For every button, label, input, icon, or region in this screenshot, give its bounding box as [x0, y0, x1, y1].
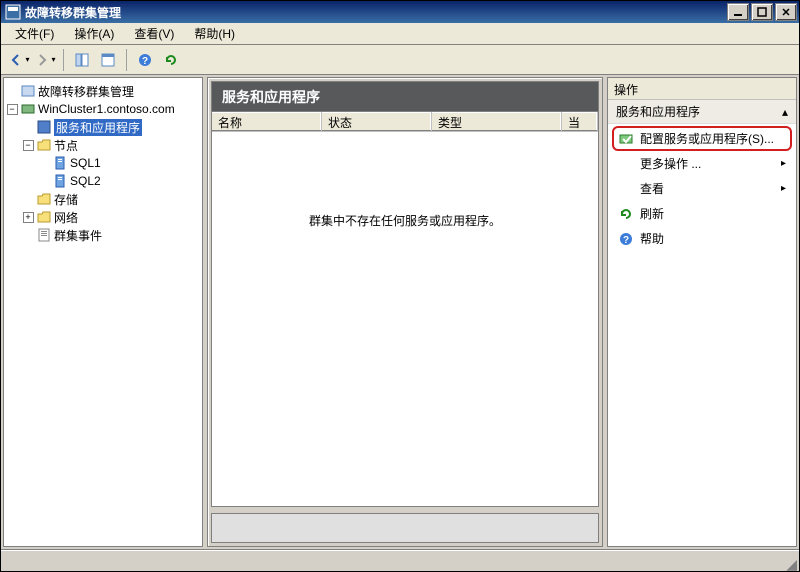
action-label: 配置服务或应用程序(S)... — [640, 130, 774, 147]
body-area: 故障转移群集管理 − WinCluster1.contoso.com 服务和应用… — [1, 75, 799, 549]
help-icon: ? — [618, 231, 634, 247]
toolbar-separator — [63, 49, 64, 71]
cluster-mgmt-icon — [20, 83, 36, 99]
server-icon — [52, 155, 68, 171]
svg-text:?: ? — [623, 235, 629, 246]
collapse-icon[interactable]: − — [23, 140, 34, 151]
server-icon — [52, 173, 68, 189]
collapse-icon[interactable]: − — [7, 104, 18, 115]
toolbar-separator-2 — [126, 49, 127, 71]
blank-icon — [618, 156, 634, 172]
titlebar: 故障转移群集管理 — [1, 1, 799, 23]
center-panel: 服务和应用程序 名称 状态 类型 当 群集中不存在任何服务或应用程序。 — [207, 77, 603, 547]
toolbar: ▾ ▾ ? — [1, 45, 799, 75]
tree-node-sql2[interactable]: SQL2 — [4, 172, 202, 190]
list-body[interactable]: 群集中不存在任何服务或应用程序。 — [212, 132, 598, 506]
tree-root[interactable]: 故障转移群集管理 — [4, 82, 202, 100]
center-heading: 服务和应用程序 — [211, 81, 599, 111]
show-tree-button[interactable] — [70, 48, 94, 72]
action-label: 刷新 — [640, 205, 664, 222]
menu-file[interactable]: 文件(F) — [5, 23, 64, 44]
chevron-right-icon: ▸ — [781, 183, 786, 194]
tree-events[interactable]: 群集事件 — [4, 226, 202, 244]
menu-view[interactable]: 查看(V) — [124, 23, 184, 44]
action-label: 更多操作 ... — [640, 155, 701, 172]
col-name[interactable]: 名称 — [212, 112, 322, 131]
resize-grip-icon[interactable]: ◢ — [786, 557, 797, 571]
svg-text:?: ? — [142, 56, 148, 67]
empty-message: 群集中不存在任何服务或应用程序。 — [212, 212, 598, 229]
blank-icon — [618, 181, 634, 197]
action-more[interactable]: 更多操作 ... ▸ — [612, 151, 792, 176]
action-refresh[interactable]: 刷新 — [612, 201, 792, 226]
window: 故障转移群集管理 文件(F) 操作(A) 查看(V) 帮助(H) ▾ ▾ ? — [0, 0, 800, 572]
storage-folder-icon — [36, 191, 52, 207]
center-list: 名称 状态 类型 当 群集中不存在任何服务或应用程序。 — [211, 111, 599, 507]
details-pane — [211, 513, 599, 543]
properties-button[interactable] — [96, 48, 120, 72]
configure-icon — [618, 131, 634, 147]
chevron-right-icon: ▸ — [781, 158, 786, 169]
nodes-folder-icon — [36, 137, 52, 153]
help-button[interactable]: ? — [133, 48, 157, 72]
actions-title: 操作 — [608, 78, 796, 100]
app-icon — [5, 4, 21, 20]
action-label: 帮助 — [640, 230, 664, 247]
events-icon — [36, 227, 52, 243]
networks-folder-icon — [36, 209, 52, 225]
tree-networks[interactable]: + 网络 — [4, 208, 202, 226]
action-configure-service[interactable]: 配置服务或应用程序(S)... — [612, 126, 792, 151]
actions-section-heading[interactable]: 服务和应用程序 ▴ — [608, 100, 796, 124]
tree[interactable]: 故障转移群集管理 − WinCluster1.contoso.com 服务和应用… — [4, 78, 202, 546]
expand-icon[interactable]: + — [23, 212, 34, 223]
col-extra[interactable]: 当 — [562, 112, 598, 131]
actions-section-label: 服务和应用程序 — [616, 103, 700, 120]
chevron-up-icon: ▴ — [782, 105, 788, 119]
services-icon — [36, 119, 52, 135]
col-status[interactable]: 状态 — [322, 112, 432, 131]
cluster-icon — [20, 101, 36, 117]
nav-back-button[interactable]: ▾ — [7, 48, 31, 72]
tree-node-sql1[interactable]: SQL1 — [4, 154, 202, 172]
refresh-icon — [618, 206, 634, 222]
menubar: 文件(F) 操作(A) 查看(V) 帮助(H) — [1, 23, 799, 45]
action-help[interactable]: ? 帮助 — [612, 226, 792, 251]
tree-panel: 故障转移群集管理 − WinCluster1.contoso.com 服务和应用… — [3, 77, 203, 547]
tree-storage[interactable]: 存储 — [4, 190, 202, 208]
col-type[interactable]: 类型 — [432, 112, 562, 131]
tree-cluster[interactable]: − WinCluster1.contoso.com — [4, 100, 202, 118]
window-title: 故障转移群集管理 — [25, 4, 721, 21]
tree-nodes[interactable]: − 节点 — [4, 136, 202, 154]
statusbar: ◢ — [1, 549, 799, 571]
menu-action[interactable]: 操作(A) — [64, 23, 124, 44]
menu-help[interactable]: 帮助(H) — [184, 23, 245, 44]
close-button[interactable] — [775, 3, 797, 21]
actions-panel: 操作 服务和应用程序 ▴ 配置服务或应用程序(S)... 更多操作 ... ▸ … — [607, 77, 797, 547]
action-label: 查看 — [640, 180, 664, 197]
list-header: 名称 状态 类型 当 — [212, 112, 598, 132]
actions-body: 配置服务或应用程序(S)... 更多操作 ... ▸ 查看 ▸ 刷新 — [608, 124, 796, 546]
action-view[interactable]: 查看 ▸ — [612, 176, 792, 201]
center-upper: 服务和应用程序 名称 状态 类型 当 群集中不存在任何服务或应用程序。 — [211, 81, 599, 507]
tree-services[interactable]: 服务和应用程序 — [4, 118, 202, 136]
refresh-tool-button[interactable] — [159, 48, 183, 72]
nav-forward-button[interactable]: ▾ — [33, 48, 57, 72]
maximize-button[interactable] — [751, 3, 773, 21]
window-buttons — [725, 3, 797, 21]
minimize-button[interactable] — [727, 3, 749, 21]
